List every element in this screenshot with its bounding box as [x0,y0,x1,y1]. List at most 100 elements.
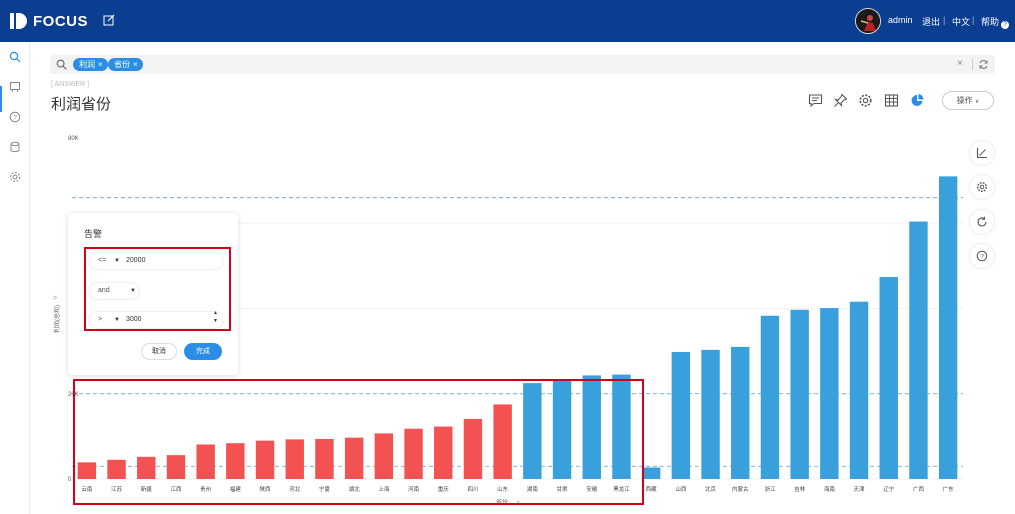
x-tick-label: 贵州 [200,485,211,493]
search-tag-profit[interactable]: 利润 × [73,58,108,71]
alert-panel: 告警 <= ▼ 20000 and ▼ > ▼ 3000 ▲ ▼ 取消 完成 [68,213,238,375]
x-tick-label: 上海 [378,485,390,493]
y-tick-label: 80K [68,136,79,142]
help-tool-button[interactable]: ? [970,244,994,268]
refresh-icon[interactable] [978,59,989,70]
x-tick-label: 西藏 [646,485,658,493]
x-tick-label: 四川 [467,486,478,493]
operations-label: 操作 [956,96,973,105]
settings-icon [976,181,988,193]
username[interactable]: admin [888,15,913,25]
language-link[interactable]: 中文 [952,15,970,28]
left-sidebar: ? [0,42,30,514]
x-tick-label: 山东 [497,485,509,493]
avatar[interactable] [855,8,881,34]
bar [493,404,512,479]
bar [938,176,958,480]
search-icon[interactable] [9,51,21,63]
bar [641,467,661,479]
divider [972,59,973,70]
x-tick-label: 福建 [230,485,242,493]
clear-search-icon[interactable]: × [957,58,963,69]
stepper-icon[interactable]: ▲ ▼ [213,309,218,325]
bar [315,438,334,479]
rule1-value[interactable]: 20000 [126,253,145,269]
x-tick-label: 陕西 [260,485,272,493]
x-tick-label: 吉林 [794,485,806,493]
alert-rules-highlight: <= ▼ 20000 and ▼ > ▼ 3000 ▲ ▼ [84,247,231,331]
search-bar[interactable]: 利润 × 省份 × × [50,55,995,74]
x-tick-label: 新疆 [141,485,153,493]
x-tick-label: 河北 [289,485,301,493]
x-tick-label: 广东 [943,485,955,493]
x-tick-label: 北京 [705,485,717,493]
operations-button[interactable]: 操作 ∨ [942,91,994,110]
x-tick-label: 湖南 [527,485,539,493]
rule2-field[interactable]: > ▼ 3000 ▲ ▼ [89,309,223,328]
page-title: 利润省份 [51,96,112,113]
x-tick-label: 辽宁 [883,485,895,493]
settings-tool-button[interactable] [970,175,994,199]
bar [434,426,453,479]
bar [137,456,156,479]
bar [552,380,572,479]
table-icon[interactable] [884,93,899,108]
focus-logo-icon[interactable] [10,12,28,30]
tag-remove-icon[interactable]: × [133,60,138,69]
x-tick-label: 湖北 [349,485,361,493]
bar [404,428,423,479]
comment-icon[interactable] [808,93,823,108]
gear-icon[interactable] [858,93,873,108]
bar [107,459,126,479]
bar [344,437,364,479]
connector-value: and [98,287,110,294]
help-icon: ? [1001,21,1010,29]
bar [820,308,839,479]
bar [196,444,215,479]
help-link[interactable]: 帮助? [981,15,1010,29]
bar [255,440,275,479]
question-icon[interactable]: ? [9,111,21,123]
bar [463,418,483,479]
y-axis-arrow-icon: > [53,295,57,302]
bar [166,455,186,479]
logout-link[interactable]: 退出 [922,15,940,28]
answer-label: [ ANSWER ] [51,81,90,88]
refresh-tool-button[interactable] [970,210,994,234]
x-tick-label: 重庆 [438,485,450,493]
bar [226,443,245,479]
x-tick-label: 海南 [824,485,836,493]
x-tick-label: 河南 [408,485,420,493]
search-tag-province[interactable]: 省份 × [108,58,143,71]
tag-remove-icon[interactable]: × [98,60,103,69]
rule2-value[interactable]: 3000 [126,312,142,328]
rule2-operator[interactable]: > [98,312,102,328]
svg-text:?: ? [980,253,984,260]
alert-title: 告警 [84,229,103,239]
cancel-button[interactable]: 取消 [141,343,177,360]
refresh-icon [977,216,987,227]
rule1-operator[interactable]: <= [98,253,106,269]
rule1-field[interactable]: <= ▼ 20000 [89,253,223,269]
bar [790,309,809,479]
edit-icon[interactable] [103,14,115,26]
y-tick-label: 20K [68,392,79,398]
bar [285,439,304,479]
bar [909,221,928,480]
pin-icon[interactable] [833,93,848,108]
search-icon [56,59,67,70]
connector-select[interactable]: and ▼ [89,283,139,299]
bar [701,349,720,479]
done-button[interactable]: 完成 [184,343,222,360]
tag-label: 省份 [114,60,130,69]
x-axis-label: 省份 [496,498,508,506]
axis-tool-button[interactable] [970,141,994,165]
x-tick-label: 江西 [170,486,182,493]
pie-chart-icon[interactable] [910,93,925,108]
x-tick-label: 宁夏 [319,485,331,493]
bar [612,374,631,479]
top-navigation-bar: FOCUS admin 退出 | 中文 | 帮助? [0,0,1015,42]
settings-icon[interactable] [9,171,21,183]
pinboard-icon[interactable] [9,81,21,93]
database-icon[interactable] [9,141,21,153]
